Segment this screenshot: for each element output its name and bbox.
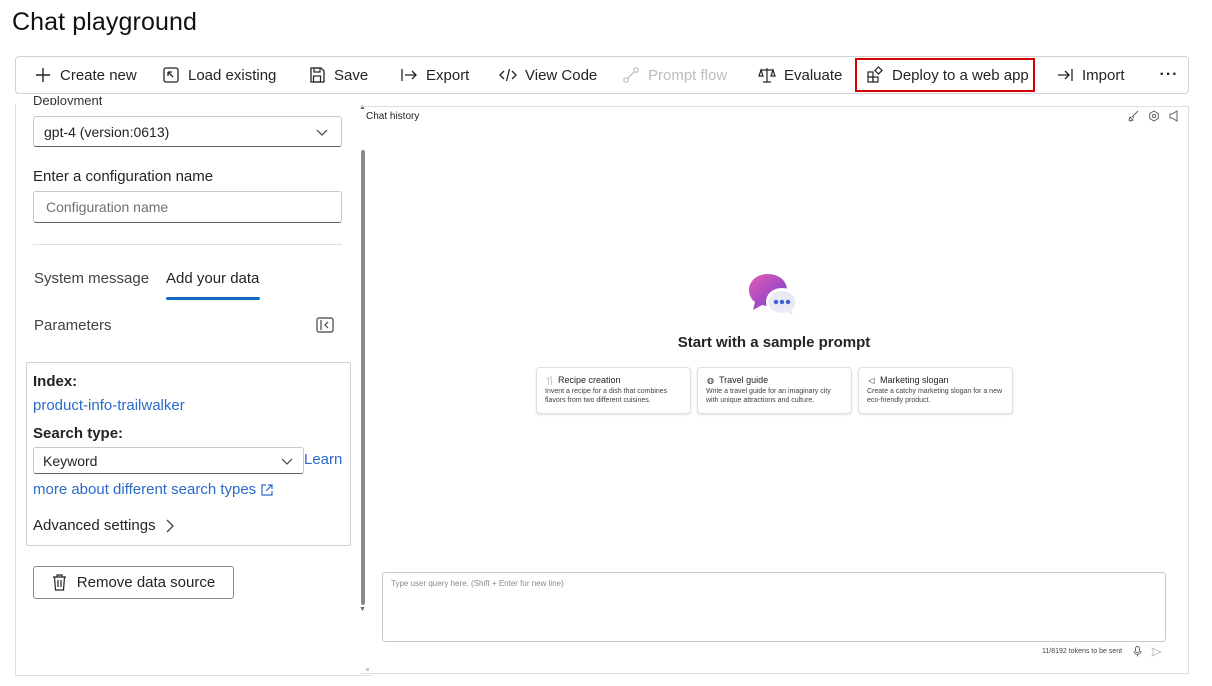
divider (33, 244, 342, 245)
deploy-label: Deploy to a web app (892, 66, 1029, 84)
load-existing-button[interactable]: Load existing (162, 57, 276, 93)
recipe-icon: 🍴 (545, 375, 555, 385)
evaluate-button[interactable]: Evaluate (758, 57, 842, 93)
save-icon (308, 66, 326, 84)
megaphone-icon: ◁ (868, 375, 875, 385)
sample-prompt-card[interactable]: ◍ Travel guide Write a travel guide for a… (697, 367, 852, 414)
deployment-label: Deployment (33, 96, 103, 105)
view-code-label: View Code (525, 66, 598, 84)
command-toolbar: Create new Load existing Save Export Vie… (15, 56, 1189, 94)
save-label: Save (334, 66, 369, 84)
view-code-button[interactable]: View Code (499, 57, 597, 93)
token-count: 11/8192 tokens to be sent (1042, 648, 1123, 655)
import-button[interactable]: Import (1056, 57, 1125, 93)
start-prompt-title: Start with a sample prompt (677, 334, 871, 351)
deploy-web-app-button[interactable]: Deploy to a web app (855, 58, 1035, 92)
evaluate-label: Evaluate (784, 66, 843, 84)
sample-prompt-card[interactable]: ◁ Marketing slogan Create a catchy market… (858, 367, 1013, 414)
create-new-label: Create new (60, 66, 137, 84)
deployment-select[interactable]: gpt-4 (version:0613) (33, 116, 342, 147)
speaker-icon[interactable] (1168, 110, 1180, 122)
code-icon (499, 66, 517, 84)
parameters-label[interactable]: Parameters (34, 317, 112, 334)
tab-add-your-data[interactable]: Add your data (166, 270, 259, 287)
external-link-icon (261, 483, 273, 496)
advanced-settings-label: Advanced settings (33, 517, 156, 534)
chevron-right-icon (166, 519, 174, 532)
chevron-down-icon (316, 129, 328, 136)
page-title: Chat playground (12, 8, 197, 36)
create-new-button[interactable]: Create new (34, 57, 137, 93)
prompt-flow-icon (622, 66, 640, 84)
chat-history-label: Chat history (366, 111, 420, 122)
broom-icon[interactable] (1128, 110, 1140, 122)
send-icon[interactable] (1151, 647, 1162, 657)
learn-more-link[interactable]: Learn (304, 451, 342, 468)
apps-icon (866, 66, 884, 84)
search-type-select[interactable]: Keyword (33, 447, 304, 474)
prompt-flow-label: Prompt flow (648, 66, 728, 84)
more-options-button[interactable]: ··· (1158, 57, 1180, 93)
collapse-pane-icon[interactable] (316, 317, 334, 333)
sample-prompt-description: Invent a recipe for a dish that combines… (545, 388, 668, 404)
sample-prompt-description: Write a travel guide for an imaginary ci… (706, 388, 831, 404)
config-name-label: Enter a configuration name (33, 168, 214, 185)
sample-prompt-description: Create a catchy marketing slogan for a n… (867, 388, 1003, 404)
user-query-input[interactable] (382, 572, 1166, 642)
remove-data-source-button[interactable]: Remove data source (33, 566, 234, 599)
trash-icon (52, 574, 66, 591)
remove-data-source-label: Remove data source (76, 574, 216, 591)
search-type-value: Keyword (43, 452, 98, 469)
load-existing-icon (162, 66, 180, 84)
globe-icon: ◍ (707, 375, 714, 385)
learn-more-link-continued[interactable]: more about different search types (33, 481, 274, 498)
sample-prompt-card[interactable]: 🍴 Recipe creation Invent a recipe for a d… (536, 367, 691, 414)
import-label: Import (1082, 66, 1125, 84)
sample-prompt-title: Recipe creation (558, 375, 621, 385)
microphone-icon[interactable] (1133, 646, 1142, 657)
scales-icon (758, 66, 776, 84)
export-button[interactable]: Export (400, 57, 469, 93)
tab-system-message[interactable]: System message (34, 270, 149, 287)
import-icon (1056, 66, 1074, 84)
load-existing-label: Load existing (188, 66, 277, 84)
sample-prompt-title: Travel guide (719, 375, 769, 385)
index-link[interactable]: product-info-trailwalker (33, 397, 185, 414)
save-button[interactable]: Save (308, 57, 368, 93)
advanced-settings-toggle[interactable]: Advanced settings (33, 517, 176, 534)
export-label: Export (426, 66, 470, 84)
chat-tools (1128, 110, 1180, 122)
learn-more-text: more about different search types (33, 481, 257, 498)
index-label: Index: (33, 373, 78, 390)
plus-icon (34, 66, 52, 84)
chat-bubbles-icon (749, 274, 798, 319)
prompt-flow-button[interactable]: Prompt flow (622, 57, 727, 93)
resize-handle[interactable] (366, 668, 369, 671)
active-tab-indicator (166, 297, 260, 300)
config-name-input[interactable] (33, 191, 342, 223)
deployment-select-value: gpt-4 (version:0613) (44, 123, 170, 140)
export-icon (400, 66, 418, 84)
search-type-label: Search type: (33, 425, 124, 442)
sample-prompt-title: Marketing slogan (880, 375, 949, 385)
gear-icon[interactable] (1148, 110, 1160, 122)
chevron-down-icon (281, 458, 293, 465)
